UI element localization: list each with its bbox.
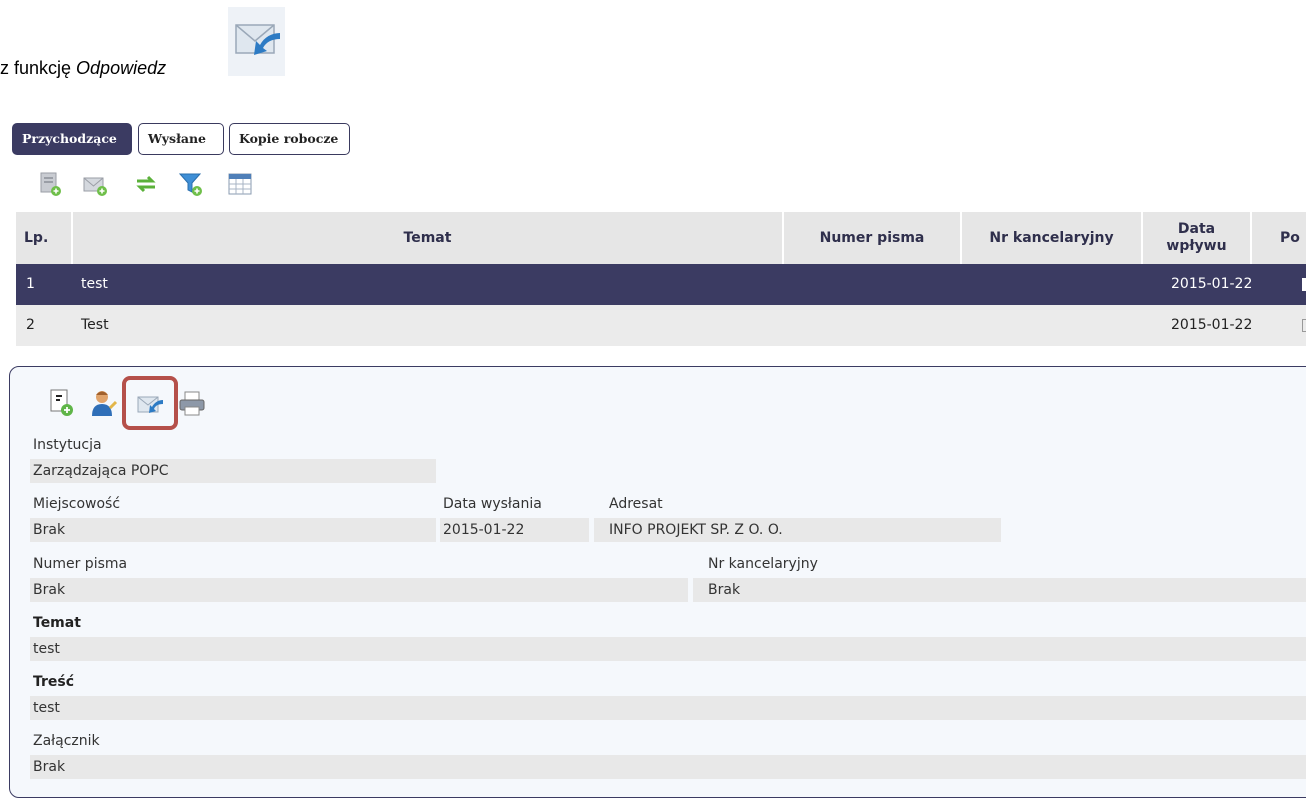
refresh-icon[interactable] [133, 171, 159, 197]
row-temat: Test [81, 317, 109, 333]
intro-prefix: z funkcję [0, 58, 77, 78]
header-podglad[interactable]: Po [1280, 212, 1306, 264]
row-temat: test [81, 276, 108, 292]
intro-text: z funkcję Odpowiedz [0, 58, 166, 79]
instytucja-label: Instytucja [33, 437, 102, 453]
miejscowosc-value: Brak [30, 518, 436, 542]
header-nr-kancelaryjny[interactable]: Nr kancelaryjny [962, 212, 1141, 264]
new-attachment-icon[interactable] [48, 388, 76, 418]
tab-kopie-robocze[interactable]: Kopie robocze [229, 123, 350, 155]
adresat-value: INFO PROJEKT SP. Z O. O. [594, 518, 1001, 542]
adresat-label: Adresat [609, 496, 663, 512]
assign-user-icon[interactable] [90, 388, 118, 418]
new-document-icon[interactable] [38, 171, 64, 197]
table-columns-icon[interactable] [227, 171, 253, 197]
header-numer-pisma[interactable]: Numer pisma [784, 212, 960, 264]
temat-label: Temat [33, 615, 81, 631]
row-lp: 1 [26, 276, 35, 292]
table-row[interactable]: 1 test 2015-01-22 [16, 264, 1306, 305]
reply-button-highlight [122, 376, 178, 430]
nr-kancelaryjny-label: Nr kancelaryjny [708, 556, 818, 572]
tab-przychodzace[interactable]: Przychodzące [12, 123, 132, 155]
header-temat[interactable]: Temat [73, 212, 782, 264]
preview-icon[interactable] [1302, 278, 1306, 291]
row-lp: 2 [26, 317, 35, 333]
table-row[interactable]: 2 Test 2015-01-22 [16, 305, 1306, 346]
reply-icon-illustration [228, 7, 285, 76]
data-wyslania-value: 2015-01-22 [440, 518, 589, 542]
new-message-icon[interactable] [82, 171, 108, 197]
tab-wyslane[interactable]: Wysłane [138, 123, 224, 155]
header-data-wplywu[interactable]: Data wpływu [1143, 212, 1250, 264]
instytucja-value: Zarządzająca POPC [30, 459, 436, 483]
zalacznik-label: Załącznik [33, 733, 100, 749]
row-data: 2015-01-22 [1171, 317, 1253, 333]
temat-value: test [30, 637, 1306, 661]
miejscowosc-label: Miejscowość [33, 496, 121, 512]
preview-icon[interactable] [1302, 319, 1306, 332]
tresc-label: Treść [33, 674, 75, 690]
header-lp[interactable]: Lp. [24, 212, 70, 264]
tresc-value: test [30, 696, 1306, 720]
row-data: 2015-01-22 [1171, 276, 1253, 292]
data-wyslania-label: Data wysłania [443, 496, 542, 512]
print-icon[interactable] [178, 388, 206, 418]
zalacznik-value: Brak [30, 755, 1306, 779]
intro-function-name: Odpowiedz [76, 58, 167, 78]
column-divider [1250, 212, 1252, 264]
numer-pisma-label: Numer pisma [33, 556, 128, 572]
filter-icon[interactable] [178, 171, 204, 197]
numer-pisma-value: Brak [30, 578, 688, 602]
nr-kancelaryjny-value: Brak [693, 578, 1306, 602]
